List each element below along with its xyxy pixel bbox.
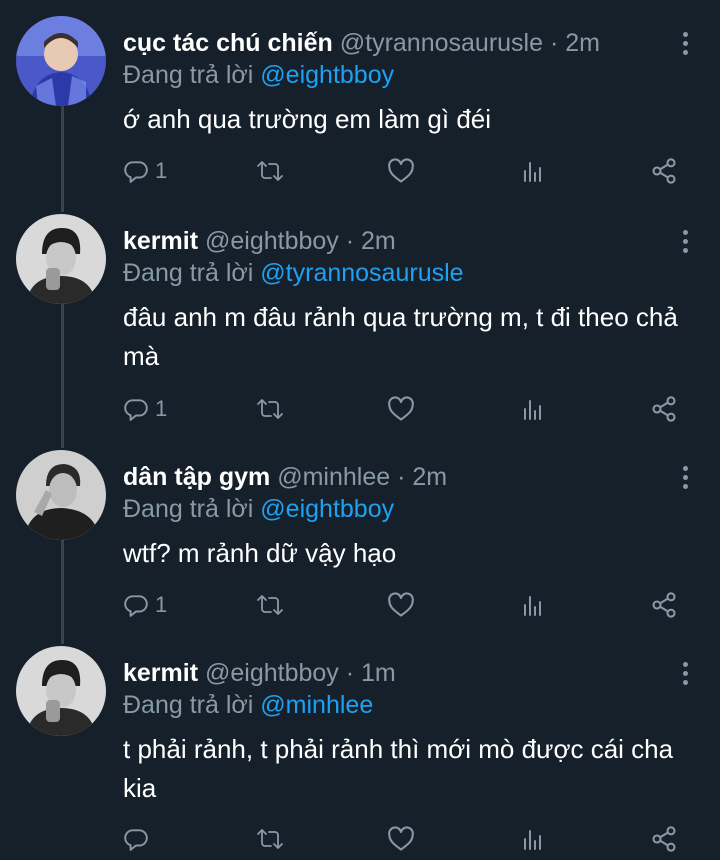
tweet-header: cục tác chú chiến @tyrannosaurusle · 2m — [123, 28, 660, 58]
share-icon — [652, 158, 676, 184]
reply-icon — [124, 595, 148, 617]
reply-icon — [124, 399, 148, 421]
display-name[interactable]: dân tập gym — [123, 463, 270, 491]
replying-label: Đang trả lời — [123, 691, 254, 719]
share-button[interactable] — [650, 392, 678, 426]
display-name[interactable]: kermit — [123, 659, 198, 687]
analytics-icon — [524, 830, 541, 850]
more-icon[interactable] — [682, 466, 690, 493]
avatar[interactable] — [16, 646, 106, 736]
analytics-icon — [524, 162, 541, 182]
retweet-icon — [257, 829, 283, 849]
analytics-button[interactable] — [521, 588, 545, 622]
tweet-text: đâu anh m đâu rảnh qua trường m, t đi th… — [123, 302, 678, 371]
user-handle[interactable]: @eightbboy — [205, 659, 339, 687]
timestamp[interactable]: 2m — [361, 227, 396, 255]
more-icon[interactable] — [682, 662, 690, 689]
reply-count: 1 — [155, 396, 168, 421]
tweet[interactable]: kermit @eightbboy · 2m Đang trả lời @tyr… — [0, 214, 720, 446]
more-icon[interactable] — [682, 32, 690, 59]
timestamp[interactable]: 1m — [361, 659, 396, 687]
timestamp[interactable]: 2m — [412, 463, 447, 491]
analytics-icon — [524, 596, 541, 616]
mention-link[interactable]: @eightbboy — [260, 61, 394, 89]
like-button[interactable] — [387, 154, 415, 188]
more-icon[interactable] — [682, 230, 690, 257]
tweet[interactable]: cục tác chú chiến @tyrannosaurusle · 2m … — [0, 16, 720, 212]
tweet-text: t phải rảnh, t phải rảnh thì mới mò được… — [123, 734, 674, 803]
user-handle[interactable]: @tyrannosaurusle — [340, 29, 543, 57]
analytics-button[interactable] — [521, 822, 545, 856]
tweet[interactable]: kermit @eightbboy · 1m Đang trả lời @min… — [0, 646, 720, 860]
analytics-button[interactable] — [521, 392, 545, 426]
retweet-button[interactable] — [256, 588, 284, 622]
separator: · — [338, 659, 362, 687]
reply-icon — [124, 161, 148, 183]
reply-icon — [124, 829, 148, 851]
mention-link[interactable]: @eightbboy — [260, 495, 394, 523]
share-icon — [652, 592, 676, 618]
reply-button[interactable] — [123, 822, 155, 856]
replying-label: Đang trả lời — [123, 495, 254, 523]
reply-button[interactable]: 1 — [123, 392, 167, 426]
share-icon — [652, 396, 676, 422]
reply-count: 1 — [155, 592, 168, 617]
reply-button[interactable]: 1 — [123, 588, 167, 622]
user-handle[interactable]: @eightbboy — [205, 227, 339, 255]
separator: · — [390, 463, 413, 491]
retweet-icon — [257, 161, 283, 181]
timestamp[interactable]: 2m — [565, 29, 600, 57]
retweet-button[interactable] — [256, 154, 284, 188]
separator: · — [543, 29, 566, 57]
reply-button[interactable]: 1 — [123, 154, 167, 188]
analytics-button[interactable] — [521, 154, 545, 188]
display-name[interactable]: cục tác chú chiến — [123, 29, 333, 57]
retweet-icon — [257, 595, 283, 615]
analytics-icon — [524, 400, 541, 420]
share-icon — [652, 826, 676, 852]
mention-link[interactable]: @minhlee — [260, 691, 373, 719]
like-icon — [388, 826, 414, 851]
action-bar: 1 — [123, 154, 693, 188]
replying-to: Đang trả lời @tyrannosaurusle — [123, 258, 464, 288]
like-icon — [388, 592, 414, 617]
tweet[interactable]: dân tập gym @minhlee · 2m Đang trả lời @… — [0, 450, 720, 644]
tweet-text: wtf? m rảnh dữ vậy hạo — [123, 538, 397, 568]
display-name[interactable]: kermit — [123, 227, 198, 255]
user-handle[interactable]: @minhlee — [277, 463, 390, 491]
replying-to: Đang trả lời @eightbboy — [123, 494, 394, 524]
replying-label: Đang trả lời — [123, 61, 254, 89]
tweet-text: ớ anh qua trường em làm gì đéi — [123, 104, 492, 134]
share-button[interactable] — [650, 588, 678, 622]
retweet-button[interactable] — [256, 392, 284, 426]
mention-link[interactable]: @tyrannosaurusle — [260, 259, 463, 287]
action-bar: 1 — [123, 588, 693, 622]
like-button[interactable] — [387, 822, 415, 856]
replying-to: Đang trả lời @eightbboy — [123, 60, 394, 90]
retweet-button[interactable] — [256, 822, 284, 856]
action-bar — [123, 822, 693, 856]
reply-count: 1 — [155, 158, 168, 183]
share-button[interactable] — [650, 154, 678, 188]
avatar[interactable] — [16, 16, 106, 106]
separator: · — [338, 227, 362, 255]
avatar[interactable] — [16, 450, 106, 540]
tweet-header: kermit @eightbboy · 2m — [123, 226, 660, 256]
tweet-header: kermit @eightbboy · 1m — [123, 658, 660, 688]
action-bar: 1 — [123, 392, 693, 426]
tweet-header: dân tập gym @minhlee · 2m — [123, 462, 660, 492]
share-button[interactable] — [650, 822, 678, 856]
like-button[interactable] — [387, 588, 415, 622]
retweet-icon — [257, 399, 283, 419]
like-icon — [388, 396, 414, 421]
replying-label: Đang trả lời — [123, 259, 254, 287]
like-icon — [388, 158, 414, 183]
replying-to: Đang trả lời @minhlee — [123, 690, 373, 720]
like-button[interactable] — [387, 392, 415, 426]
avatar[interactable] — [16, 214, 106, 304]
